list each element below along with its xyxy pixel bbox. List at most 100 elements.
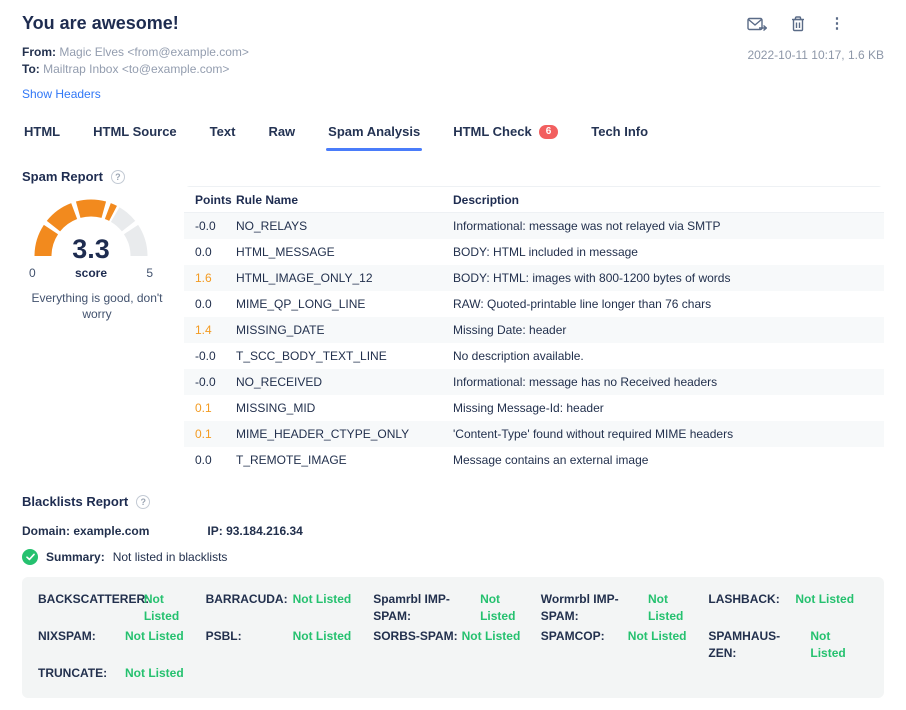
tab-html-check[interactable]: HTML Check 6 — [451, 118, 560, 151]
gauge-scale: 0 score 5 — [25, 266, 157, 280]
blacklist-status: Not Listed — [810, 629, 846, 660]
blacklist-name: SPAMCOP: — [540, 629, 605, 643]
rule-points: 1.4 — [195, 323, 212, 337]
from-label: From: — [22, 45, 56, 59]
rule-description: No description available. — [453, 349, 584, 363]
table-row: 0.1 MISSING_MID Missing Message-Id: head… — [184, 395, 884, 421]
rule-description: Message contains an external image — [453, 453, 649, 467]
blacklists-meta: Domain: example.com IP: 93.184.216.34 — [22, 524, 884, 538]
summary-label: Summary: — [46, 550, 105, 564]
domain-label: Domain: — [22, 524, 70, 538]
blacklist-name: SPAMHAUS-ZEN: — [708, 629, 781, 660]
spam-verdict-message: Everything is good, don't worry — [31, 291, 163, 321]
blacklist-entry: TRUNCATE: Not Listed — [38, 665, 198, 682]
rule-points: 1.6 — [195, 271, 212, 285]
rule-name: MIME_HEADER_CTYPE_ONLY — [236, 427, 410, 441]
tab-html[interactable]: HTML — [22, 118, 62, 151]
rule-name: NO_RELAYS — [236, 219, 308, 233]
blacklist-status: Not Listed — [125, 666, 184, 680]
tab-badge: 6 — [538, 124, 559, 139]
blacklists-report-section: Blacklists Report ? Domain: example.com … — [22, 494, 884, 698]
blacklist-name: SORBS-SPAM: — [373, 629, 458, 643]
trash-icon[interactable] — [791, 16, 805, 32]
rule-points: -0.0 — [195, 219, 216, 233]
rule-name: MISSING_MID — [236, 401, 316, 415]
from-line: From: Magic Elves <from@example.com> — [22, 44, 747, 61]
rule-name: T_REMOTE_IMAGE — [236, 453, 347, 467]
summary-value: Not listed in blacklists — [112, 550, 228, 564]
tab-spam-analysis[interactable]: Spam Analysis — [326, 118, 423, 151]
blacklist-entry: SPAMHAUS-ZEN: Not Listed — [708, 628, 868, 662]
blacklist-status: Not Listed — [480, 592, 516, 623]
domain-value: example.com — [73, 524, 150, 538]
tab-text[interactable]: Text — [208, 118, 238, 151]
spam-rules-table: Points Rule Name Description -0.0 NO_REL… — [184, 186, 884, 473]
rule-description: Informational: message was not relayed v… — [453, 219, 721, 233]
gauge-score-label: score — [74, 266, 108, 280]
rule-points: 0.1 — [195, 401, 212, 415]
table-row: -0.0 NO_RECEIVED Informational: message … — [184, 369, 884, 395]
blacklist-name: Wormrbl IMP-SPAM: — [540, 592, 619, 623]
rule-name: T_SCC_BODY_TEXT_LINE — [236, 349, 387, 363]
blacklist-status: Not Listed — [461, 629, 521, 643]
message-tabs: HTML HTML Source Text Raw Spam Analysis … — [22, 118, 884, 151]
rule-name: MIME_QP_LONG_LINE — [236, 297, 366, 311]
blacklist-entry: SORBS-SPAM: Not Listed — [373, 628, 533, 662]
message-meta: 2022-10-11 10:17, 1.6 KB — [747, 48, 884, 62]
blacklist-name: TRUNCATE: — [38, 666, 108, 680]
to-line: To: Mailtrap Inbox <to@example.com> — [22, 61, 747, 78]
rule-description: BODY: HTML included in message — [453, 245, 638, 259]
table-header-row: Points Rule Name Description — [184, 186, 884, 213]
col-rule-name: Rule Name — [236, 192, 299, 207]
rule-description: 'Content-Type' found without required MI… — [453, 427, 734, 441]
table-row: 0.0 T_REMOTE_IMAGE Message contains an e… — [184, 447, 884, 473]
tab-tech-info[interactable]: Tech Info — [589, 118, 650, 151]
blacklist-name: BARRACUDA: — [205, 592, 288, 606]
gauge-min: 0 — [29, 266, 36, 280]
rule-name: NO_RECEIVED — [236, 375, 323, 389]
blacklist-status: Not Listed — [627, 629, 687, 643]
from-value: Magic Elves <from@example.com> — [59, 45, 249, 59]
help-icon[interactable]: ? — [136, 494, 151, 509]
blacklist-entry: Wormrbl IMP-SPAM: Not Listed — [541, 591, 701, 625]
table-row: 1.6 HTML_IMAGE_ONLY_12 BODY: HTML: image… — [184, 265, 884, 291]
rule-points: -0.0 — [195, 375, 216, 389]
col-description: Description — [453, 192, 520, 207]
help-icon[interactable]: ? — [110, 169, 125, 184]
blacklist-status: Not Listed — [292, 592, 352, 606]
show-headers-link[interactable]: Show Headers — [22, 87, 101, 101]
blacklists-heading: Blacklists Report — [22, 494, 129, 509]
blacklists-summary: Summary: Not listed in blacklists — [22, 549, 884, 565]
blacklist-name: Spamrbl IMP-SPAM: — [373, 592, 450, 623]
blacklist-status: Not Listed — [143, 592, 180, 623]
tab-raw[interactable]: Raw — [266, 118, 297, 151]
message-view: You are awesome! ⋮ From: Magic Elves <fr… — [0, 0, 906, 710]
blacklist-entry: Spamrbl IMP-SPAM: Not Listed — [373, 591, 533, 625]
rule-description: BODY: HTML: images with 800-1200 bytes o… — [453, 271, 731, 285]
spam-report-heading-row: Spam Report ? — [22, 169, 884, 184]
blacklist-name: LASHBACK: — [708, 592, 780, 606]
forward-email-icon[interactable] — [747, 17, 768, 32]
blacklist-status: Not Listed — [795, 592, 855, 606]
rule-name: HTML_IMAGE_ONLY_12 — [236, 271, 373, 285]
table-row: 0.0 HTML_MESSAGE BODY: HTML included in … — [184, 239, 884, 265]
ip-value: 93.184.216.34 — [226, 524, 303, 538]
table-row: -0.0 T_SCC_BODY_TEXT_LINE No description… — [184, 343, 884, 369]
blacklists-grid: BACKSCATTERER: Not Listed BARRACUDA: Not… — [22, 577, 884, 698]
domain-line: Domain: example.com — [22, 524, 149, 538]
rule-name: MISSING_DATE — [236, 323, 325, 337]
tab-html-source[interactable]: HTML Source — [91, 118, 179, 151]
blacklist-entry: SPAMCOP: Not Listed — [541, 628, 701, 662]
ip-label: IP: — [207, 524, 223, 538]
rule-points: -0.0 — [195, 349, 216, 363]
table-row: 0.1 MIME_HEADER_CTYPE_ONLY 'Content-Type… — [184, 421, 884, 447]
table-row: 1.4 MISSING_DATE Missing Date: header — [184, 317, 884, 343]
blacklist-name: BACKSCATTERER: — [38, 592, 150, 606]
message-actions: ⋮ — [747, 10, 884, 32]
blacklist-status: Not Listed — [292, 629, 352, 643]
more-options-icon[interactable]: ⋮ — [829, 16, 844, 31]
blacklist-entry: BARRACUDA: Not Listed — [206, 591, 366, 625]
rule-points: 0.1 — [195, 427, 212, 441]
spam-report-heading: Spam Report — [22, 169, 103, 184]
table-row: 0.0 MIME_QP_LONG_LINE RAW: Quoted-printa… — [184, 291, 884, 317]
